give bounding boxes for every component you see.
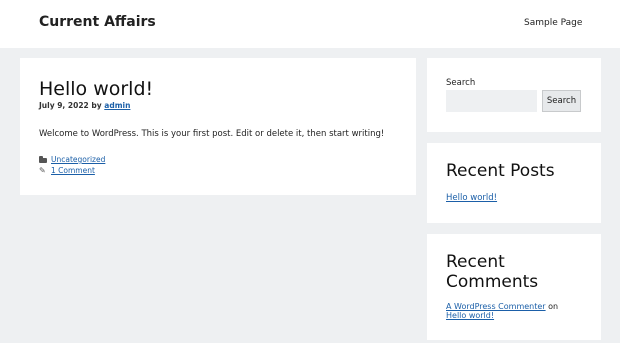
post-category-row: Uncategorized bbox=[39, 154, 105, 165]
recent-post-link[interactable]: Hello world! bbox=[446, 193, 497, 203]
post-meta: July 9, 2022 by admin bbox=[39, 101, 130, 110]
folder-icon bbox=[39, 155, 47, 164]
comment-on-text: on bbox=[548, 302, 559, 311]
recent-comments-widget: Recent Comments A WordPress Commenter on… bbox=[427, 234, 601, 340]
comment-author-link[interactable]: A WordPress Commenter bbox=[446, 302, 546, 311]
nav-sample-page[interactable]: Sample Page bbox=[524, 18, 582, 28]
recent-comment-item: A WordPress Commenter on Hello world! bbox=[446, 302, 596, 320]
comment-icon: ✎ bbox=[39, 165, 46, 175]
search-label: Search bbox=[446, 78, 476, 88]
recent-posts-widget: Recent Posts Hello world! bbox=[427, 143, 601, 223]
search-input[interactable] bbox=[446, 90, 537, 112]
category-link[interactable]: Uncategorized bbox=[51, 155, 105, 164]
post-card: Hello world! July 9, 2022 by admin Welco… bbox=[20, 58, 416, 195]
site-title[interactable]: Current Affairs bbox=[39, 14, 156, 30]
recent-posts-title: Recent Posts bbox=[446, 161, 555, 181]
search-widget: Search Search bbox=[427, 58, 601, 132]
post-by: by bbox=[91, 101, 102, 110]
post-title[interactable]: Hello world! bbox=[39, 78, 153, 100]
site-header: Current Affairs Sample Page bbox=[0, 0, 620, 48]
post-date[interactable]: July 9, 2022 bbox=[39, 101, 89, 110]
recent-comments-title-line2: Comments bbox=[446, 272, 539, 292]
search-button[interactable]: Search bbox=[542, 90, 581, 112]
post-footer: Uncategorized ✎ 1 Comment bbox=[39, 154, 105, 176]
comments-link[interactable]: 1 Comment bbox=[51, 166, 95, 175]
post-comments-row: ✎ 1 Comment bbox=[39, 165, 105, 176]
comment-post-link[interactable]: Hello world! bbox=[446, 311, 494, 320]
post-author-link[interactable]: admin bbox=[104, 101, 130, 110]
post-content: Welcome to WordPress. This is your first… bbox=[39, 129, 385, 139]
recent-comments-title-line1: Recent bbox=[446, 252, 505, 272]
